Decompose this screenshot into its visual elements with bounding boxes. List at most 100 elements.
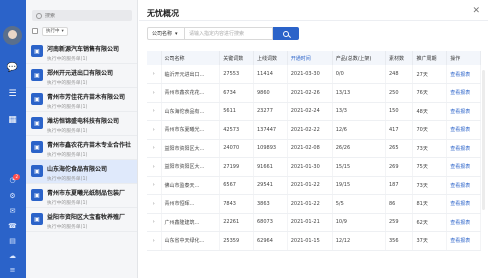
company-status: 执行中的服务单(1) xyxy=(47,201,88,206)
table-cell: 2021-02-08 xyxy=(287,139,333,158)
select-all-checkbox[interactable] xyxy=(32,28,38,34)
table-row[interactable]: › 青州市东夏曦光… 42573 137447 2021-02-22 12/6 417 70天… xyxy=(147,120,481,140)
app-rail: 💬 ☰ ▦ ◔ 2 ⚙ ✉ ☎ ▤ ☁ ≡ xyxy=(0,0,26,278)
table-cell: 42573 xyxy=(219,120,254,140)
table-cell: 62天 xyxy=(412,213,448,232)
expand-chevron-icon[interactable]: › xyxy=(147,176,162,195)
table-cell: 29541 xyxy=(253,176,288,195)
chevron-down-icon: ▾ xyxy=(61,28,64,34)
search-button[interactable] xyxy=(273,27,299,40)
table-cell: 24070 xyxy=(219,139,254,158)
view-report-link[interactable]: 查看报表 xyxy=(446,83,481,103)
col-period[interactable]: 推广周期 xyxy=(412,51,448,65)
contacts-icon[interactable]: ☰ xyxy=(5,86,20,101)
view-report-link[interactable]: 查看报表 xyxy=(446,176,481,195)
table-cell: 9860 xyxy=(253,83,288,103)
status-filter[interactable]: 执行中 ▾ xyxy=(42,26,68,36)
col-open-time[interactable]: 开通时间 xyxy=(287,51,333,65)
table-cell: 2021-01-21 xyxy=(287,213,333,232)
col-expand xyxy=(147,51,162,65)
list-item[interactable]: ▣ 河南新源汽车销售有限公司 执行中的服务单(1) xyxy=(26,40,137,64)
company-icon: ▣ xyxy=(31,69,43,81)
expand-chevron-icon[interactable]: › xyxy=(147,194,162,214)
table-row[interactable]: › 山东省中天绿化… 25359 62964 2021-01-15 12/12 356 37天… xyxy=(147,231,481,251)
expand-chevron-icon[interactable]: › xyxy=(147,213,162,232)
view-report-link[interactable]: 查看报表 xyxy=(446,102,481,121)
expand-chevron-icon[interactable]: › xyxy=(147,139,162,158)
col-online-words[interactable]: 上线词数 xyxy=(253,51,288,65)
list-item[interactable]: ▣ 青州市鑫农花卉苗木专业合作社 执行中的服务单(1) xyxy=(26,136,137,160)
table-cell: 109893 xyxy=(253,139,288,158)
table-row[interactable]: › 益阳市资阳区大… 24070 109893 2021-02-08 26/26 265 73… xyxy=(147,139,481,158)
table-cell: 6734 xyxy=(219,83,254,103)
bell-icon[interactable]: ◔ 2 xyxy=(8,174,20,185)
list-item-active[interactable]: ▣ 山东海佗食品有限公司 执行中的服务单(1) xyxy=(26,160,137,184)
avatar[interactable] xyxy=(3,26,22,45)
expand-chevron-icon[interactable]: › xyxy=(147,120,162,140)
search-icon xyxy=(36,12,42,19)
query-input[interactable]: 请输入指定内容进行搜索 xyxy=(185,27,273,40)
chart-icon[interactable]: ▦ xyxy=(5,112,20,127)
table-row[interactable]: › 临沂开元进出口… 27553 11414 2021-03-30 0/0 248 27天 查看… xyxy=(147,65,481,84)
table-row[interactable]: › 青州市鑫农花花… 6734 9860 2021-02-26 13/13 250 76天 查看… xyxy=(147,83,481,103)
table-row[interactable]: › 益阳市资阳区大… 27199 91661 2021-01-30 15/15 269 75天… xyxy=(147,157,481,177)
list-search-input[interactable] xyxy=(45,12,125,19)
company-icon: ▣ xyxy=(31,213,43,225)
col-materials[interactable]: 素材数 xyxy=(385,51,414,65)
table-cell: 7843 xyxy=(219,194,254,214)
table-cell: 417 xyxy=(385,120,414,140)
query-field-select[interactable]: 公司名称 ▾ xyxy=(147,27,185,40)
table-cell: 2021-01-22 xyxy=(287,194,333,214)
table-cell: 70天 xyxy=(412,120,448,140)
expand-chevron-icon[interactable]: › xyxy=(147,157,162,177)
view-report-link[interactable]: 查看报表 xyxy=(446,65,481,84)
list-item[interactable]: ▣ 青州市芳佳花卉苗木有限公司 执行中的服务单(1) xyxy=(26,88,137,112)
table-cell: 259 xyxy=(385,213,414,232)
list-item[interactable]: ▣ 郑州开元进出口有限公司 执行中的服务单(1) xyxy=(26,64,137,88)
list-item[interactable]: ▣ 潍坊恒锦盛电科技有限公司 执行中的服务单(1) xyxy=(26,112,137,136)
table-row[interactable]: › 佛山市盈泰天… 6567 29541 2021-01-22 19/15 187 73天 查看… xyxy=(147,176,481,195)
table-cell: 75天 xyxy=(412,157,448,177)
company-icon: ▣ xyxy=(31,45,43,57)
table-cell: 2021-01-30 xyxy=(287,157,333,177)
table-cell: 73天 xyxy=(412,139,448,158)
expand-chevron-icon[interactable]: › xyxy=(147,83,162,103)
cloud-icon[interactable]: ☁ xyxy=(8,252,17,261)
table-cell: 益阳市资阳区大… xyxy=(161,139,221,158)
table-row[interactable]: › 山东海佗食品有… 5611 23277 2021-02-24 13/3 150 48天 查看… xyxy=(147,102,481,121)
col-keywords[interactable]: 关键词数 xyxy=(219,51,254,65)
company-name: 郑州开元进出口有限公司 xyxy=(47,70,114,77)
settings-icon[interactable]: ⚙ xyxy=(8,192,17,201)
table-row[interactable]: › 青州市恒晖… 7843 3863 2021-01-22 5/5 86 81天 查看报表 xyxy=(147,194,481,214)
company-name: 益阳市资阳区大宝畜牧养殖厂 xyxy=(47,214,126,221)
table-cell: 81天 xyxy=(412,194,448,214)
table-cell: 27199 xyxy=(219,157,254,177)
list-item[interactable]: ▣ 益阳市资阳区大宝畜牧养殖厂 执行中的服务单(1) xyxy=(26,208,137,232)
table-cell: 2021-01-15 xyxy=(287,231,333,251)
mail-icon[interactable]: ✉ xyxy=(8,207,17,216)
view-report-link[interactable]: 查看报表 xyxy=(446,231,481,251)
view-report-link[interactable]: 查看报表 xyxy=(446,120,481,140)
expand-chevron-icon[interactable]: › xyxy=(147,102,162,121)
view-report-link[interactable]: 查看报表 xyxy=(446,213,481,232)
list-item[interactable]: ▣ 青州市东夏曦光纸制品包装厂 执行中的服务单(1) xyxy=(26,184,137,208)
col-products[interactable]: 产品(总数/上架) xyxy=(332,51,386,65)
table-cell: 13/3 xyxy=(332,102,386,121)
table-row[interactable]: › 广州鑫隆建筑… 22261 68073 2021-01-21 10/9 259 62天 查看… xyxy=(147,213,481,232)
view-report-link[interactable]: 查看报表 xyxy=(446,194,481,214)
folder-icon[interactable]: ▤ xyxy=(8,237,17,246)
col-company[interactable]: 公司名称 xyxy=(161,51,221,65)
close-icon[interactable]: ✕ xyxy=(472,6,480,16)
table-cell: 76天 xyxy=(412,83,448,103)
company-icon: ▣ xyxy=(31,117,43,129)
menu-icon[interactable]: ≡ xyxy=(8,266,17,275)
view-report-link[interactable]: 查看报表 xyxy=(446,139,481,158)
scrollbar[interactable] xyxy=(482,70,485,210)
phone-icon[interactable]: ☎ xyxy=(8,222,17,231)
list-search[interactable] xyxy=(32,10,132,21)
view-report-link[interactable]: 查看报表 xyxy=(446,157,481,177)
overview-panel: 无忧概况 ✕ 公司名称 ▾ 请输入指定内容进行搜索 公司名称 关键词数 上线词数… xyxy=(139,0,488,278)
chat-icon[interactable]: 💬 xyxy=(5,60,20,75)
expand-chevron-icon[interactable]: › xyxy=(147,65,162,84)
expand-chevron-icon[interactable]: › xyxy=(147,231,162,251)
